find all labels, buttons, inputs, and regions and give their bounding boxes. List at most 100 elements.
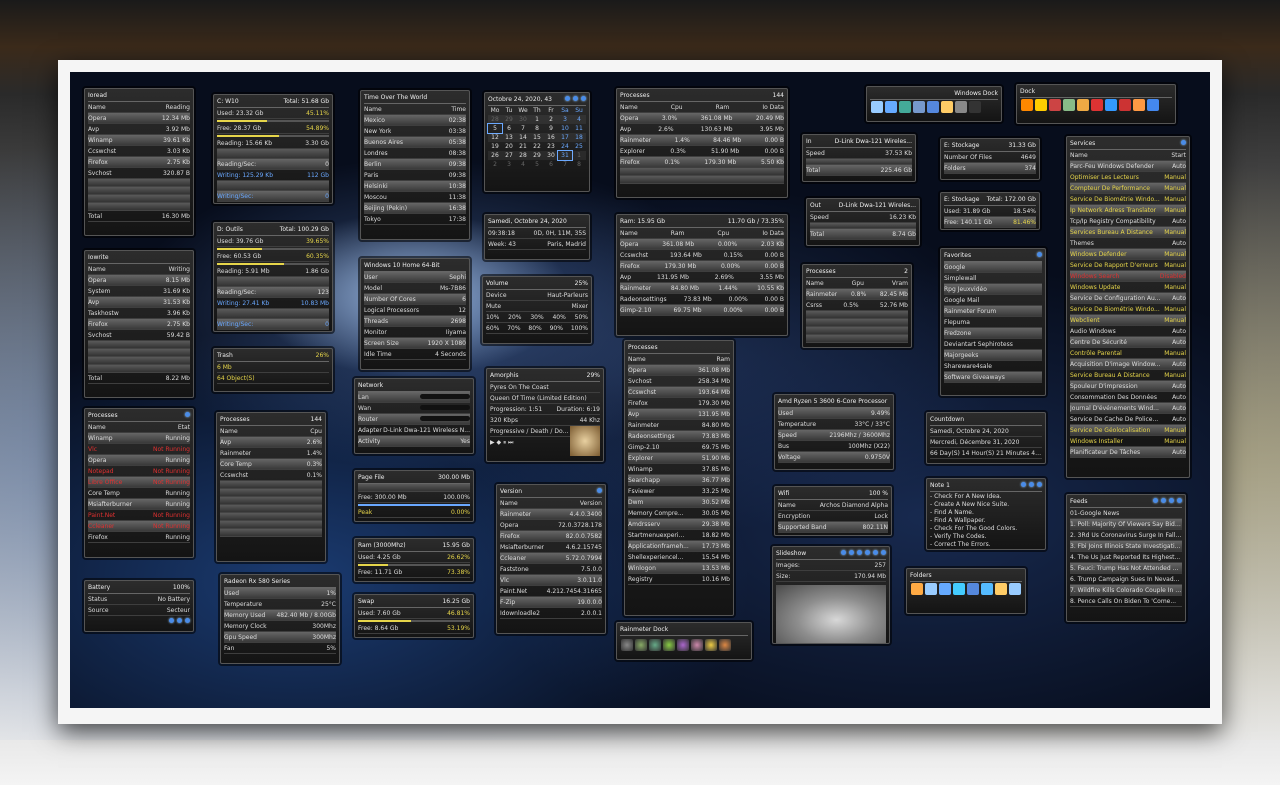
process-row[interactable]: Avp 131.95 Mb 2.69% 3.55 Mb <box>620 272 784 283</box>
service-row[interactable]: Service De Géolocalisation Manual <box>1070 425 1186 436</box>
calendar-day[interactable]: 6 <box>502 124 516 133</box>
service-row[interactable]: Windows Defender Manual <box>1070 249 1186 260</box>
folder-icon[interactable] <box>967 583 979 595</box>
folder-icon[interactable] <box>1009 583 1021 595</box>
prev-month-icon[interactable] <box>565 96 570 101</box>
calendar-day[interactable]: 9 <box>544 124 558 133</box>
favorite-link[interactable]: Google <box>944 262 1042 273</box>
calendar-day[interactable]: 16 <box>544 133 558 142</box>
process-row[interactable]: Core Temp 0.3% <box>220 459 322 470</box>
process-row[interactable]: Csrss 0.5% 52.76 Mb <box>806 300 908 311</box>
app-icon[interactable] <box>955 101 967 113</box>
calendar-day[interactable]: 23 <box>544 142 558 151</box>
app-icon[interactable] <box>885 101 897 113</box>
favorite-link[interactable]: Deviantart Sephirotess <box>944 339 1042 350</box>
feed-item[interactable]: 3. Fbi Joins Illinois State Investigatio… <box>1070 541 1182 552</box>
app-icon[interactable] <box>1147 99 1159 111</box>
feed-item[interactable]: 5. Fauci: Trump Has Not Attended A... <box>1070 563 1182 574</box>
slideshow-image[interactable] <box>776 585 886 643</box>
process-row[interactable]: Msiafterburner Running <box>88 499 190 510</box>
process-row[interactable]: Rainmeter 1.4% <box>220 448 322 459</box>
app-icon[interactable] <box>899 101 911 113</box>
process-row[interactable]: Avp 2.6% 130.63 Mb 3.95 Mb <box>620 124 784 135</box>
feed-item[interactable]: 7. Wildfire Kills Colorado Couple In The… <box>1070 585 1182 596</box>
process-row[interactable]: Memory Compre... 30.05 Mb <box>628 508 730 519</box>
service-row[interactable]: Journal D'événements Wind... Auto <box>1070 403 1186 414</box>
next-icon[interactable]: ⏭ <box>508 439 513 446</box>
feed-item[interactable]: 8. Pence Calls On Biden To 'Come... <box>1070 596 1182 607</box>
drop-icon[interactable] <box>677 639 689 651</box>
calendar-day[interactable]: 13 <box>502 133 516 142</box>
volume-level-button[interactable]: 30% <box>530 314 543 321</box>
volume-level-button[interactable]: 80% <box>528 325 541 332</box>
calendar-day[interactable]: 4 <box>572 115 586 124</box>
process-row[interactable]: Dwm 30.52 Mb <box>628 497 730 508</box>
process-row[interactable]: Ccleaner Not Running <box>88 521 190 532</box>
note-lines[interactable]: - Check For A New Idea. - Create A New Ni… <box>930 492 1042 548</box>
process-row[interactable]: Ccswchst 193.64 Mb 0.15% 0.00 B <box>620 250 784 261</box>
favorite-link[interactable]: Flepuma <box>944 317 1042 328</box>
service-row[interactable]: Planificateur De Tâches Auto <box>1070 447 1186 458</box>
calendar-day[interactable]: 7 <box>516 124 530 133</box>
process-row[interactable]: Fsviewer 33.25 Mb <box>628 486 730 497</box>
process-row[interactable]: Explorer 51.90 Mb <box>628 453 730 464</box>
app-icon[interactable] <box>941 101 953 113</box>
app-icon[interactable] <box>927 101 939 113</box>
process-row[interactable]: Shellexperiencel... 15.54 Mb <box>628 552 730 563</box>
process-row[interactable]: Paint.Net Not Running <box>88 510 190 521</box>
process-row[interactable]: Winamp 37.85 Mb <box>628 464 730 475</box>
stop-icon[interactable]: ◆ <box>497 439 502 446</box>
calendar-day[interactable]: 2 <box>544 115 558 124</box>
app-icon[interactable] <box>1063 99 1075 111</box>
calendar-day[interactable]: 28 <box>516 151 530 160</box>
volume-level-button[interactable]: 60% <box>486 325 499 332</box>
calendar-day[interactable]: 28 <box>488 115 502 124</box>
favorite-link[interactable]: Simplewall <box>944 273 1042 284</box>
volume-level-button[interactable]: 40% <box>552 314 565 321</box>
app-icon[interactable] <box>1049 99 1061 111</box>
calendar-day[interactable]: 21 <box>516 142 530 151</box>
folder-icon[interactable] <box>911 583 923 595</box>
calendar-day[interactable]: 30 <box>516 115 530 124</box>
calendar-day[interactable]: 31 <box>557 150 573 161</box>
service-row[interactable]: Audio Windows Auto <box>1070 326 1186 337</box>
process-row[interactable]: Opera 361.08 Mb <box>628 365 730 376</box>
app-icon[interactable] <box>1133 99 1145 111</box>
calendar-day[interactable]: 8 <box>530 124 544 133</box>
service-row[interactable]: Windows Update Manual <box>1070 282 1186 293</box>
volume-level-button[interactable]: 100% <box>571 325 588 332</box>
calendar-day[interactable]: 25 <box>572 142 586 151</box>
app-icon[interactable] <box>1105 99 1117 111</box>
app-icon[interactable] <box>1091 99 1103 111</box>
mute-button[interactable]: Mute <box>486 303 501 310</box>
service-row[interactable]: Service De Biométrie Windo... Manual <box>1070 194 1186 205</box>
feed-item[interactable]: 2. 3Rd Us Coronavirus Surge In Fall Arri… <box>1070 530 1182 541</box>
calendar-day[interactable]: 5 <box>530 160 544 169</box>
app-icon[interactable] <box>913 101 925 113</box>
app-icon[interactable] <box>1021 99 1033 111</box>
calendar-day[interactable]: 8 <box>572 160 586 169</box>
service-row[interactable]: Windows Installer Manual <box>1070 436 1186 447</box>
folder-icon[interactable] <box>939 583 951 595</box>
calendar-day[interactable]: 5 <box>487 123 503 134</box>
app-icon[interactable] <box>1119 99 1131 111</box>
service-row[interactable]: Optimiser Les Lecteurs Manual <box>1070 172 1186 183</box>
process-row[interactable]: Rainmeter 84.80 Mb 1.44% 10.55 Kb <box>620 283 784 294</box>
favorite-link[interactable]: Rpg Jeuxvidéo <box>944 284 1042 295</box>
calendar-day[interactable]: 27 <box>502 151 516 160</box>
play-icon[interactable]: ▶ <box>490 439 495 446</box>
service-row[interactable]: Windows Search Disabled <box>1070 271 1186 282</box>
process-row[interactable]: Winamp Running <box>88 433 190 444</box>
process-row[interactable]: Gimp-2.10 69.75 Mb 0.00% 0.00 B <box>620 305 784 316</box>
process-row[interactable]: Rainmeter 0.8% 82.45 Mb <box>806 289 908 300</box>
process-row[interactable]: Searchapp 36.77 Mb <box>628 475 730 486</box>
process-row[interactable]: Explorer 0.3% 51.90 Mb 0.00 B <box>620 146 784 157</box>
calendar-day[interactable]: 4 <box>516 160 530 169</box>
feed-item[interactable]: 4. The Us Just Reported Its Highest... <box>1070 552 1182 563</box>
calendar-day[interactable]: 30 <box>544 151 558 160</box>
calendar-day[interactable]: 7 <box>558 160 572 169</box>
calendar-day[interactable]: 19 <box>488 142 502 151</box>
favorite-link[interactable]: Majorgeeks <box>944 350 1042 361</box>
drop-icon[interactable] <box>705 639 717 651</box>
service-row[interactable]: Acquisition D'image Window... Auto <box>1070 359 1186 370</box>
